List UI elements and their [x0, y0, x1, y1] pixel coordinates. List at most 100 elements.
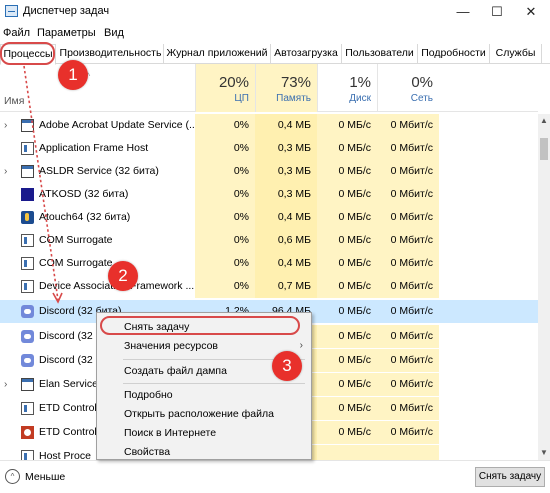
memory-cell: 0,3 МБ [255, 183, 317, 206]
process-row[interactable]: › Adobe Acrobat Update Service (... 0% 0… [0, 114, 538, 137]
network-cell: 0 Мбит/с [377, 373, 439, 396]
network-cell: 0 Мбит/с [377, 160, 439, 183]
window-title: Диспетчер задач [23, 5, 110, 17]
disk-cell: 0 МБ/с [317, 252, 377, 275]
process-name: ETD Control [39, 402, 97, 414]
memory-label: Память [276, 93, 311, 104]
tab-users[interactable]: Пользователи [342, 44, 418, 64]
disk-cell: 0 МБ/с [317, 349, 377, 372]
tab-details[interactable]: Подробности [418, 44, 490, 64]
network-cell: 0 Мбит/с [377, 397, 439, 420]
menu-options[interactable]: Параметры [37, 27, 96, 39]
fewer-details-link[interactable]: Меньше [25, 471, 65, 483]
network-label: Сеть [410, 93, 433, 104]
network-cell: 0 Мбит/с [377, 229, 439, 252]
memory-cell: 0,4 МБ [255, 252, 317, 275]
process-name: Adobe Acrobat Update Service (... [39, 119, 198, 131]
ctx-separator [123, 383, 305, 384]
scroll-thumb[interactable] [540, 138, 548, 160]
disk-cell: 0 МБ/с [317, 397, 377, 420]
highlight-oval-processes-tab [0, 42, 55, 65]
close-button[interactable]: ✕ [514, 2, 548, 22]
memory-cell: 0,3 МБ [255, 160, 317, 183]
cpu-cell: 0% [195, 114, 255, 137]
host-process-icon [21, 450, 34, 460]
window-app-icon [21, 378, 34, 391]
vertical-scrollbar[interactable]: ▲ ▼ [538, 114, 550, 460]
callout-marker-1: 1 [58, 60, 88, 90]
network-cell: 0 Мбит/с [390, 305, 433, 317]
maximize-button[interactable]: ☐ [480, 2, 514, 22]
process-row[interactable]: Device Association Framework ... 0% 0,7 … [0, 275, 538, 298]
process-row[interactable]: COM Surrogate 0% 0,6 МБ 0 МБ/с 0 Мбит/с [0, 229, 538, 252]
touch-icon [21, 211, 34, 224]
process-row[interactable]: COM Surrogate 0% 0,4 МБ 0 МБ/с 0 Мбит/с [0, 252, 538, 275]
memory-cell: 0,3 МБ [255, 137, 317, 160]
network-cell: 0 Мбит/с [377, 275, 439, 298]
disk-cell: 0 МБ/с [338, 305, 371, 317]
network-cell: 0 Мбит/с [377, 137, 439, 160]
menu-file[interactable]: Файл [3, 27, 30, 39]
menu-bar: Файл Параметры Вид [0, 24, 550, 44]
network-cell: 0 Мбит/с [377, 349, 439, 372]
cpu-cell: 0% [195, 252, 255, 275]
minimize-button[interactable]: — [446, 2, 480, 22]
disk-cell: 0 МБ/с [317, 206, 377, 229]
window-app-icon [21, 165, 34, 178]
network-percent: 0% [411, 74, 433, 91]
column-network[interactable]: 0% Сеть [377, 64, 439, 112]
process-name: ATKOSD (32 бита) [39, 188, 129, 200]
process-name: ASLDR Service (32 бита) [39, 165, 159, 177]
network-cell: 0 Мбит/с [377, 206, 439, 229]
expand-chevron-icon[interactable]: › [4, 379, 7, 390]
ctx-search-online[interactable]: Поиск в Интернете [97, 423, 311, 443]
disk-cell: 0 МБ/с [317, 183, 377, 206]
process-name: Host Proce [39, 450, 91, 460]
tab-services[interactable]: Службы [490, 44, 542, 64]
memory-cell: 0,6 МБ [255, 229, 317, 252]
process-row[interactable]: › ASLDR Service (32 бита) 0% 0,3 МБ 0 МБ… [0, 160, 538, 183]
ctx-go-to-details[interactable]: Подробно [97, 385, 311, 405]
expand-chevron-icon[interactable]: › [4, 120, 7, 131]
window-app-icon [21, 119, 34, 132]
process-name: Atouch64 (32 бита) [39, 211, 131, 223]
discord-icon [21, 354, 34, 367]
scroll-down-icon[interactable]: ▼ [540, 448, 548, 457]
process-row[interactable]: Atouch64 (32 бита) 0% 0,4 МБ 0 МБ/с 0 Мб… [0, 206, 538, 229]
expand-chevron-icon[interactable]: › [4, 166, 7, 177]
disk-cell: 0 МБ/с [317, 373, 377, 396]
ctx-open-file-location[interactable]: Открыть расположение файла [97, 404, 311, 424]
column-memory[interactable]: 73% Память [255, 64, 317, 112]
tab-startup[interactable]: Автозагрузка [271, 44, 342, 64]
collapse-icon[interactable]: ^ [5, 469, 20, 484]
ctx-resource-values-label: Значения ресурсов [124, 340, 219, 352]
cpu-cell: 0% [195, 160, 255, 183]
disk-cell: 0 МБ/с [317, 275, 377, 298]
column-name[interactable]: Имя [4, 95, 24, 107]
column-disk[interactable]: 1% Диск [317, 64, 377, 112]
disk-cell: 0 МБ/с [317, 137, 377, 160]
end-task-button[interactable]: Снять задачу [475, 467, 545, 487]
process-row[interactable]: ATKOSD (32 бита) 0% 0,3 МБ 0 МБ/с 0 Мбит… [0, 183, 538, 206]
disk-cell: 0 МБ/с [317, 421, 377, 444]
device-association-icon [21, 280, 34, 293]
disk-cell [317, 445, 377, 460]
com-surrogate-icon [21, 234, 34, 247]
scroll-up-icon[interactable]: ▲ [540, 116, 548, 125]
disk-cell: 0 МБ/с [317, 160, 377, 183]
cpu-cell: 0% [195, 206, 255, 229]
process-name: Discord (32 б [39, 330, 102, 342]
column-cpu[interactable]: 20% ЦП [195, 64, 255, 112]
process-name: Discord (32 б [39, 354, 102, 366]
cpu-cell: 0% [195, 275, 255, 298]
ctx-properties[interactable]: Свойства [97, 442, 311, 462]
process-row[interactable]: Application Frame Host 0% 0,3 МБ 0 МБ/с … [0, 137, 538, 160]
footer-bar: ^ Меньше Снять задачу [0, 460, 550, 493]
process-name: ETD Control [39, 426, 97, 438]
tab-app-history[interactable]: Журнал приложений [164, 44, 271, 64]
app-frame-icon [21, 142, 34, 155]
tab-strip: Процессы Производительность Журнал прило… [0, 44, 550, 65]
menu-view[interactable]: Вид [104, 27, 124, 39]
process-name: Application Frame Host [39, 142, 149, 154]
process-name: COM Surrogate [39, 257, 113, 269]
